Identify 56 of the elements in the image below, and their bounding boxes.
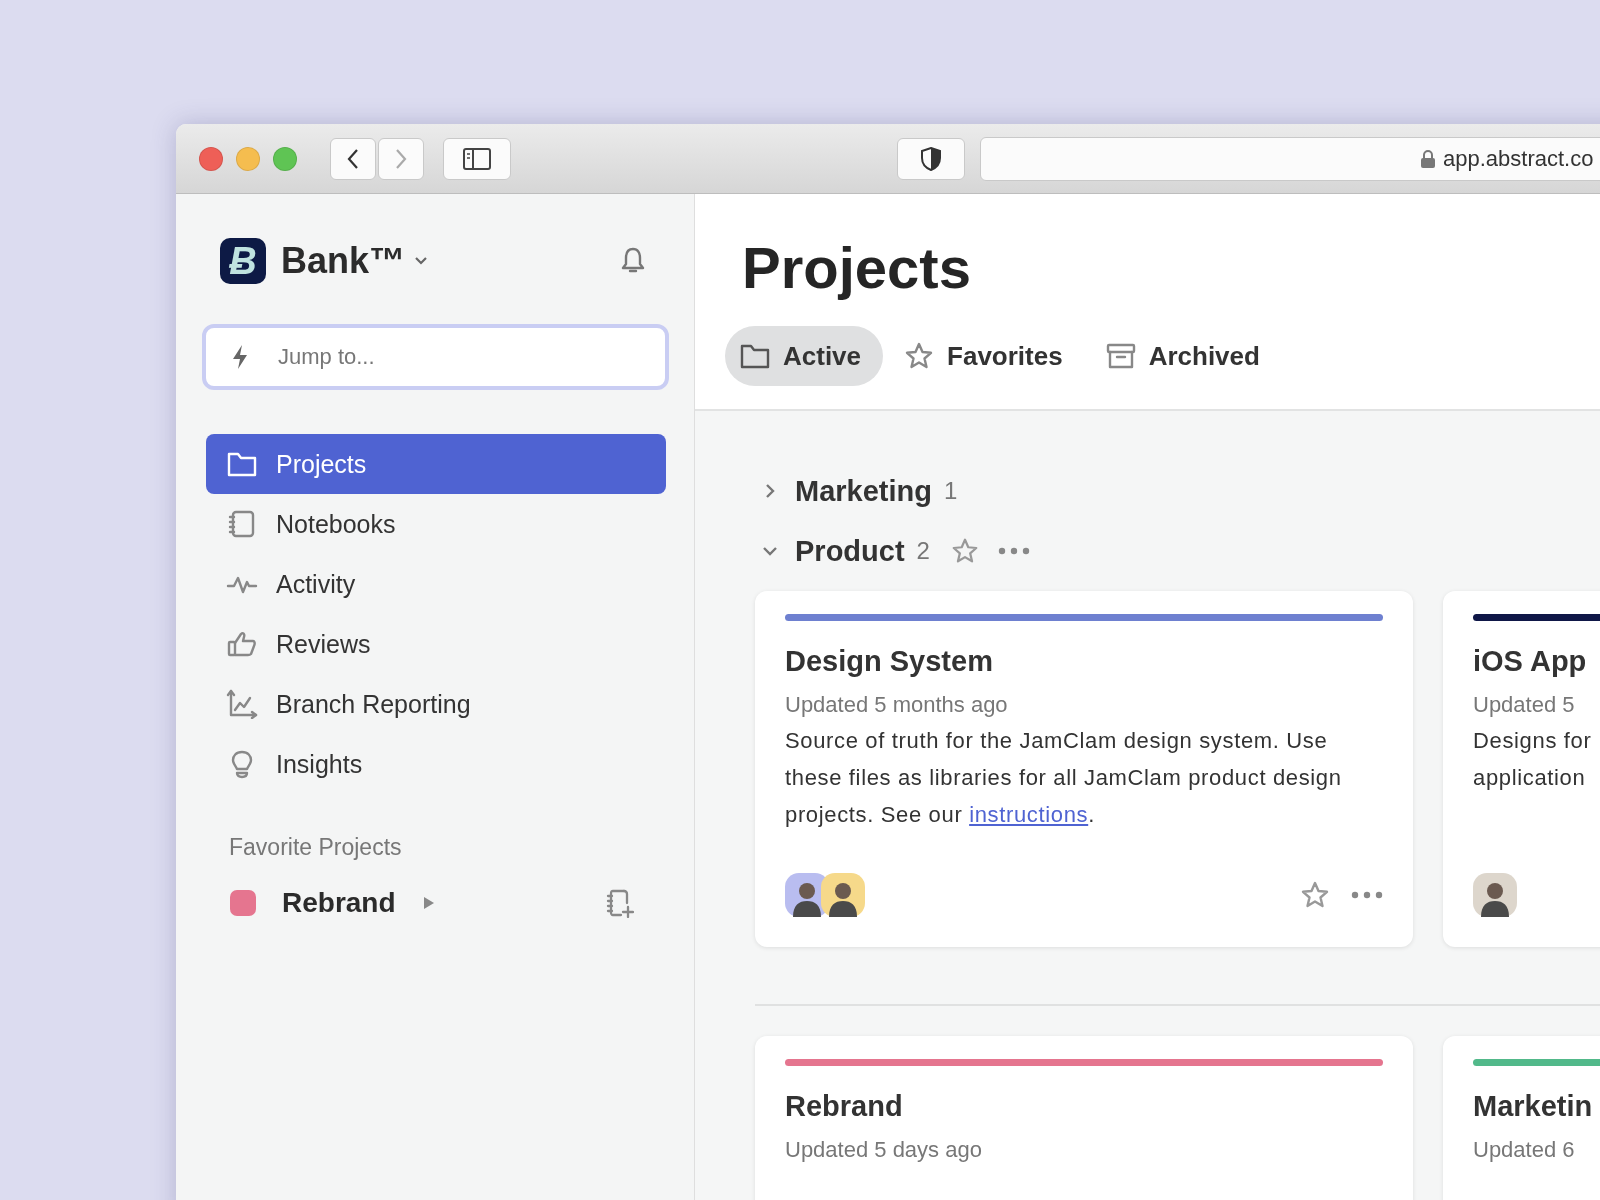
group-count: 2 <box>916 537 930 565</box>
project-card[interactable]: Rebrand Updated 5 days ago <box>755 1036 1413 1200</box>
chart-icon <box>226 689 258 719</box>
more-icon[interactable] <box>997 546 1030 556</box>
section-heading: Favorite Projects <box>229 834 403 861</box>
more-icon[interactable] <box>1351 890 1383 900</box>
updated-time: Updated 5 <box>1473 692 1576 718</box>
lock-icon <box>1421 149 1435 168</box>
project-description: Source of truth for the JamClam design system. Use these files as libraries for all JamClam product design projects. See our instructions. <box>785 727 1343 829</box>
instructions-link[interactable]: instructions <box>969 802 1089 827</box>
add-notebook-icon[interactable] <box>604 888 634 918</box>
sidebar-toggle-button[interactable] <box>443 137 511 180</box>
project-card[interactable]: iOS App Updated 5 Designs for application <box>1443 591 1600 947</box>
project-title: Marketin <box>1473 1090 1594 1123</box>
group-name[interactable]: Product <box>795 534 905 568</box>
tab[interactable]: Active <box>725 326 884 386</box>
address-bar[interactable]: app.abstract.co <box>980 136 1600 181</box>
updated-time: Updated 5 months ago <box>785 692 1009 718</box>
tab[interactable]: Archived <box>1090 326 1282 386</box>
workspace-name[interactable]: Bank™ <box>281 240 406 282</box>
sidebar-item[interactable]: Projects <box>206 434 666 494</box>
favorite-project[interactable]: Rebrand <box>282 887 396 919</box>
project-description: Designs for application <box>1473 727 1593 792</box>
archive-icon <box>1104 341 1137 371</box>
tab[interactable]: Favorites <box>889 326 1085 386</box>
project-title: iOS App <box>1473 645 1588 678</box>
shield-icon <box>921 146 941 171</box>
page-title: Projects <box>742 234 972 302</box>
project-card[interactable]: Design System Updated 5 months ago Source of truth for the JamClam design system. Use these files as libraries for all JamClam product design projects. See our instructions. <box>755 591 1413 947</box>
close-button[interactable] <box>199 146 223 171</box>
workspace-logo: Ƀ <box>220 238 266 284</box>
chevron-left-icon <box>346 147 360 170</box>
lightning-icon <box>230 344 250 370</box>
minimize-button[interactable] <box>236 146 260 171</box>
updated-time: Updated 6 <box>1473 1137 1576 1163</box>
project-title: Design System <box>785 645 994 678</box>
sidebar-item[interactable]: Activity <box>206 554 666 614</box>
sidebar-item[interactable]: Branch Reporting <box>206 674 666 734</box>
play-icon[interactable] <box>421 895 436 911</box>
sidebar-item[interactable]: Notebooks <box>206 494 666 554</box>
project-title: Rebrand <box>785 1090 904 1123</box>
project-card[interactable]: Marketin Updated 6 <box>1443 1036 1600 1200</box>
group-name[interactable]: Marketing <box>795 474 932 508</box>
sidebar-item[interactable]: Insights <box>206 734 666 794</box>
privacy-shield-button[interactable] <box>897 137 965 180</box>
search-field[interactable]: Jump to... <box>202 324 669 390</box>
updated-time: Updated 5 days ago <box>785 1137 983 1163</box>
zoom-button[interactable] <box>273 146 297 171</box>
group-count: 1 <box>944 477 958 505</box>
caret-icon[interactable] <box>413 255 430 267</box>
sidebar-icon <box>463 147 491 170</box>
back-button[interactable] <box>330 137 376 180</box>
sidebar-item[interactable]: Reviews <box>206 614 666 674</box>
star-icon[interactable] <box>1299 880 1331 910</box>
thumb-icon <box>226 629 258 659</box>
chevron-right-icon <box>394 147 408 170</box>
